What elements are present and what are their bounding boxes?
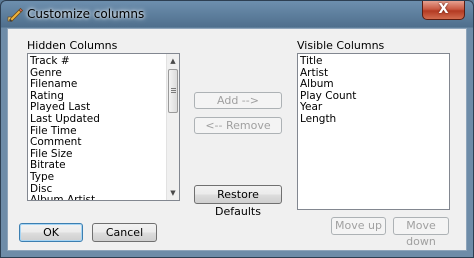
- cancel-button[interactable]: Cancel: [92, 223, 157, 242]
- list-item[interactable]: Album Artist: [28, 195, 166, 200]
- hidden-columns-label: Hidden Columns: [27, 39, 118, 52]
- list-item[interactable]: Title: [298, 55, 449, 68]
- list-item[interactable]: Last Updated: [28, 113, 166, 126]
- grip-line: [171, 90, 176, 91]
- scroll-up-arrow-icon[interactable]: ▲: [167, 55, 179, 67]
- ok-button[interactable]: OK: [19, 223, 83, 242]
- title-bar[interactable]: Customize columns X: [1, 1, 473, 28]
- grip-line: [171, 92, 176, 93]
- visible-columns-label: Visible Columns: [297, 39, 385, 52]
- pencil-icon: [7, 6, 24, 22]
- list-item[interactable]: Length: [298, 113, 449, 126]
- hidden-columns-scrollbar[interactable]: ▲ ▼: [166, 54, 179, 200]
- grip-line: [171, 88, 176, 89]
- list-item[interactable]: Comment: [28, 137, 166, 149]
- dialog-body: Hidden Columns Track # Genre Filename Ratin…: [7, 28, 467, 251]
- list-item[interactable]: Type: [28, 171, 166, 184]
- restore-defaults-button[interactable]: Restore Defaults: [194, 185, 282, 218]
- customize-columns-dialog: Customize columns X Hidden Columns Track…: [0, 0, 474, 258]
- close-icon: X: [438, 2, 449, 17]
- scrollbar-thumb[interactable]: [168, 69, 178, 113]
- move-up-button[interactable]: Move up: [331, 217, 386, 235]
- scroll-down-arrow-icon[interactable]: ▼: [167, 187, 179, 199]
- hidden-columns-list[interactable]: Track # Genre Filename Rating Played Last Las…: [27, 53, 180, 201]
- add-button[interactable]: Add -->: [194, 92, 282, 109]
- list-item[interactable]: Track #: [28, 55, 166, 68]
- visible-columns-list[interactable]: Title Artist Album Play Count Year Length: [297, 53, 450, 210]
- move-down-button[interactable]: Move down: [393, 217, 449, 248]
- close-button[interactable]: X: [422, 1, 465, 20]
- remove-button[interactable]: <-- Remove: [194, 117, 282, 134]
- window-title: Customize columns: [27, 7, 145, 21]
